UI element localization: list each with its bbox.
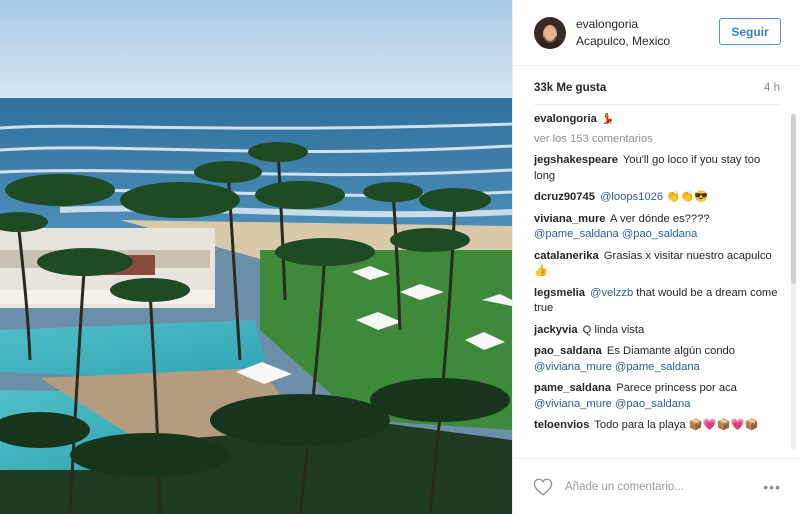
author-info: evalongoria Acapulco, Mexico [576, 16, 670, 50]
mention-link[interactable]: @pao_saldana [622, 228, 697, 240]
comments-list: evalongoria 💃 ver los 153 comentarios je… [534, 112, 778, 456]
mention-link[interactable]: @pame_saldana [534, 228, 619, 240]
mention-link[interactable]: @velzzb [590, 287, 633, 299]
comment-username[interactable]: jegshakespeare [534, 154, 618, 166]
comment-item: catalanerika Grasias x visitar nuestro a… [534, 249, 778, 280]
follow-button[interactable]: Seguir [719, 18, 781, 45]
comment-text: Es Diamante algún condo [606, 345, 736, 357]
comments-scrollbar-thumb[interactable] [791, 114, 796, 284]
caption-text: 💃 [601, 114, 615, 125]
likes-count[interactable]: 33k Me gusta [534, 82, 606, 94]
view-all-comments-link[interactable]: ver los 153 comentarios [534, 132, 778, 148]
comment-item: pame_saldana Parece princess por aca @vi… [534, 381, 778, 412]
comment-bar: ••• [513, 458, 800, 514]
caption-username[interactable]: evalongoria [534, 113, 597, 125]
comment-text: A ver dónde es???? [610, 212, 710, 225]
comment-username[interactable]: jackyvia [534, 324, 578, 336]
comment-username[interactable]: pame_saldana [534, 382, 611, 394]
comment-text: Q linda vista [582, 323, 645, 336]
comment-username[interactable]: catalanerika [534, 250, 599, 262]
mention-link[interactable]: @viviana_mure [534, 398, 612, 410]
comment-items: jegshakespeare You'll go loco if you sta… [534, 153, 778, 434]
instagram-post: evalongoria Acapulco, Mexico Seguir 33k … [0, 0, 800, 514]
post-location[interactable]: Acapulco, Mexico [576, 33, 670, 50]
comment-item: dcruz90745 @loops1026 👏👏😎 [534, 190, 778, 206]
post-caption: evalongoria 💃 [534, 112, 778, 128]
avatar[interactable] [534, 16, 566, 49]
mention-link[interactable]: @pao_saldana [615, 398, 690, 410]
comment-text: Todo para la playa 📦💗📦💗📦 [594, 419, 759, 431]
post-photo[interactable] [0, 0, 512, 514]
comment-item: pao_saldana Es Diamante algún condo @viv… [534, 344, 778, 375]
comment-username[interactable]: viviana_mure [534, 213, 606, 225]
mention-link[interactable]: @viviana_mure [534, 361, 612, 373]
comment-text: 👏👏😎 [663, 191, 708, 203]
divider [534, 104, 780, 105]
comment-item: legsmelia @velzzb that would be a dream … [534, 286, 778, 317]
comment-text: Parece princess por aca [616, 382, 737, 394]
mention-link[interactable]: @pame_saldana [615, 361, 700, 373]
comment-username[interactable]: legsmelia [534, 287, 585, 299]
post-details-panel: evalongoria Acapulco, Mexico Seguir 33k … [512, 0, 800, 514]
comment-item: jackyvia Q linda vista [534, 323, 778, 339]
comment-username[interactable]: dcruz90745 [534, 191, 595, 203]
comment-item: viviana_mure A ver dónde es???? @pame_sa… [534, 212, 778, 243]
comment-item: jegshakespeare You'll go loco if you sta… [534, 153, 778, 184]
avatar-image [534, 16, 566, 49]
more-options-icon[interactable]: ••• [763, 480, 781, 494]
comment-username[interactable]: teloenvios [534, 419, 589, 431]
heart-outline-icon[interactable] [533, 478, 553, 496]
comment-item: teloenvios Todo para la playa 📦💗📦💗📦 [534, 418, 778, 434]
comment-username[interactable]: pao_saldana [534, 345, 602, 357]
mention-link[interactable]: @loops1026 [600, 191, 663, 203]
post-header: evalongoria Acapulco, Mexico Seguir [513, 0, 800, 66]
beach-resort-photo [0, 0, 512, 514]
post-stats: 33k Me gusta 4 h [534, 82, 780, 94]
add-comment-input[interactable] [565, 480, 765, 493]
author-username[interactable]: evalongoria [576, 16, 670, 33]
post-timestamp[interactable]: 4 h [764, 82, 780, 94]
